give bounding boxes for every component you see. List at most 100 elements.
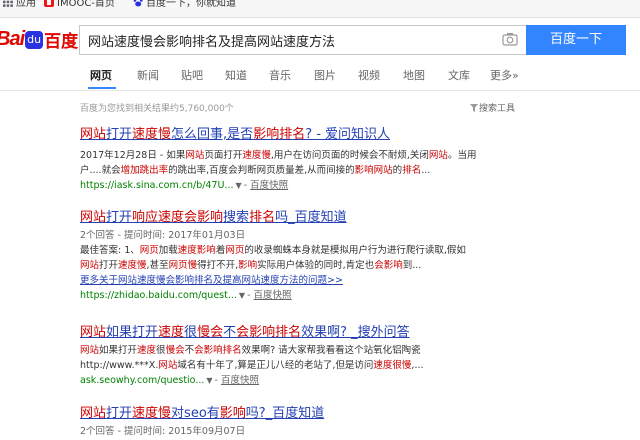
keyword-highlight: 网站 [80,406,107,421]
text-segment: 吗?_百度知道 [245,406,325,421]
tab-more[interactable]: 更多» [490,67,519,83]
text-segment: 的收录蜘蛛本身就是模拟用户行为进行爬行读取,假如 [244,245,466,256]
search-result: 网站打开速度慢对seo有影响吗?_百度知道 2个回答 - 提问时间: 2015年… [80,405,550,439]
result-url-line: ask.seowhy.com/questio... ▼ - 百度快照 [80,375,260,386]
dropdown-arrow-icon[interactable]: ▼ [239,291,245,300]
camera-icon[interactable] [502,32,518,46]
bookmark-baidu[interactable]: 百度一下，你就知道 [133,0,236,10]
result-snippet-line: http://www.***X.网站域名有十年了,算是正儿八经的老站了,但是访问… [80,358,550,373]
tab-tieba[interactable]: 贴吧 [181,67,203,83]
text-segment: 户....就会 [80,165,121,176]
text-segment: ,... [411,360,424,371]
active-tab-indicator [88,87,116,89]
text-segment: 加载 [158,245,178,256]
tab-images[interactable]: 图片 [314,67,336,83]
dropdown-arrow-icon[interactable]: ▼ [206,376,212,385]
result-title[interactable]: 网站打开速度慢对seo有影响吗?_百度知道 [80,405,550,422]
tab-web[interactable]: 网页 [90,67,112,83]
search-result: 网站如果打开速度很慢会不会影响排名效果啊? _搜外问答 网站如果打开速度很慢会不… [80,324,550,388]
keyword-highlight: 速度很慢 [373,360,412,371]
result-snippet-line: 户....就会增加跳出率的跳出率,百度会判断网页质量差,从而间接的影响网站的排名… [80,163,550,178]
result-url[interactable]: https://iask.sina.com.cn/b/47U... [80,180,234,191]
tab-zhidao[interactable]: 知道 [225,67,247,83]
tab-wenku[interactable]: 文库 [448,67,470,83]
tab-map[interactable]: 地图 [403,67,425,83]
keyword-highlight: 影响排名 [253,127,306,142]
text-segment: 着 [215,245,226,256]
text-segment: 打开 [106,210,133,225]
keyword-highlight: 增加跳出率 [120,165,169,176]
keyword-highlight: 排名 [402,165,422,176]
result-url[interactable]: https://zhidao.baidu.com/quest... [80,290,237,301]
search-tools-button[interactable]: 搜索工具 [470,101,515,114]
result-title[interactable]: 网站打开响应速度会影响搜索排名吗_百度知道 [80,209,550,226]
tab-video[interactable]: 视频 [358,67,380,83]
text-segment: 实际用户体验的同时,肯定也 [257,260,375,271]
result-url-line: https://iask.sina.com.cn/b/47U... ▼ - 百度快照 [80,180,289,191]
keyword-highlight: 影响网站 [354,165,393,176]
baidu-paw-icon [133,0,143,7]
tab-music[interactable]: 音乐 [269,67,291,83]
logo-paw: du [25,30,44,49]
snapshot-link[interactable]: 百度快照 [250,180,288,191]
tab-news[interactable]: 新闻 [137,67,159,83]
keyword-highlight: 网页 [168,260,188,271]
result-title[interactable]: 网站如果打开速度很慢会不会影响排名效果啊? _搜外问答 [80,324,550,341]
search-button[interactable]: 百度一下 [526,25,626,55]
result-url[interactable]: ask.seowhy.com/questio... [80,375,204,386]
text-segment: 不 [223,325,237,340]
bookmark-label: 应用 [16,0,36,9]
keyword-highlight: 慢会 [165,345,185,356]
bookmarks-bar: 应用 IMOOC-首页 百度一下，你就知道 [0,0,640,18]
text-segment: 如果打开 [99,345,138,356]
keyword-highlight: 会影响 [374,260,403,271]
keyword-highlight: 网站 [428,150,448,161]
search-box [79,25,526,55]
keyword-highlight: 响应速度会影响 [132,210,224,225]
apps-grid-icon [3,0,13,7]
result-snippet-line: 网站如果打开速度很慢会不会影响排名效果啊? 请大家帮我看看这个站氧化铝陶瓷 [80,343,550,358]
keyword-highlight: 速度 [137,345,157,356]
keyword-highlight: 速度影响 [177,245,216,256]
text-segment: ,甚至 [146,260,169,271]
text-segment: ... [421,165,431,176]
baidu-logo[interactable]: Baidu百度 [0,27,78,53]
keyword-highlight: 速度慢 [132,127,172,142]
result-count: 百度为您找到相关结果约5,760,000个 [80,104,234,114]
bookmark-imooc[interactable]: IMOOC-首页 [44,0,115,10]
result-snippet-line: 2017年12月28日 - 如果网站页面打开速度慢,用户在访问页面的时候会不耐烦… [80,148,550,163]
text-segment: 吗_百度知道 [275,210,347,225]
text-segment: 不 [184,345,195,356]
text-segment: 2017年12月28日 - 如果 [80,150,186,161]
bookmark-apps[interactable]: 应用 [3,0,36,10]
text-segment: 到... [402,260,422,271]
text-segment: 得打不开, [197,260,239,271]
snapshot-link[interactable]: 百度快照 [254,290,292,301]
more-questions-link[interactable]: 更多关于网站速度慢会影响排名及提高网站速度方法的问题>> [80,273,550,288]
logo-latin: Bai [0,28,25,50]
keyword-highlight: 影响 [219,406,246,421]
search-result: 网站打开响应速度会影响搜索排名吗_百度知道 2个回答 - 提问时间: 2017年… [80,209,550,303]
search-tools-label: 搜索工具 [479,104,516,114]
keyword-highlight: 速度慢 [242,150,271,161]
keyword-highlight: 网站 [80,260,100,271]
text-segment: 很 [156,345,166,356]
keyword-highlight: 慢会 [197,325,224,340]
text-segment: 的跳出率,百度会判断网页质量差,从而间接的 [168,165,355,176]
text-segment: ? - 爱问知识人 [305,127,391,142]
dropdown-arrow-icon[interactable]: ▼ [236,181,242,190]
text-segment: 。当用 [447,150,477,161]
vertical-tabs: 网页 新闻 贴吧 知道 音乐 图片 视频 地图 文库 更多» [0,58,640,91]
text-segment: 打开 [99,260,119,271]
text-segment: 最佳答案: 1、 [80,245,140,256]
keyword-highlight: 网页 [139,245,159,256]
text-segment: 域名有十年了,算是正儿八经的老站了,但是访问 [177,360,374,371]
result-title[interactable]: 网站打开速度慢怎么回事,是否影响排名? - 爱问知识人 [80,126,550,143]
keyword-highlight: 速度慢 [132,406,172,421]
keyword-highlight: 网站 [80,210,107,225]
imooc-favicon-icon [44,0,54,7]
snapshot-link[interactable]: 百度快照 [221,375,259,386]
search-input[interactable] [80,26,498,54]
keyword-highlight: 慢 [187,260,198,271]
search-result: 网站打开速度慢怎么回事,是否影响排名? - 爱问知识人 2017年12月28日 … [80,126,550,193]
